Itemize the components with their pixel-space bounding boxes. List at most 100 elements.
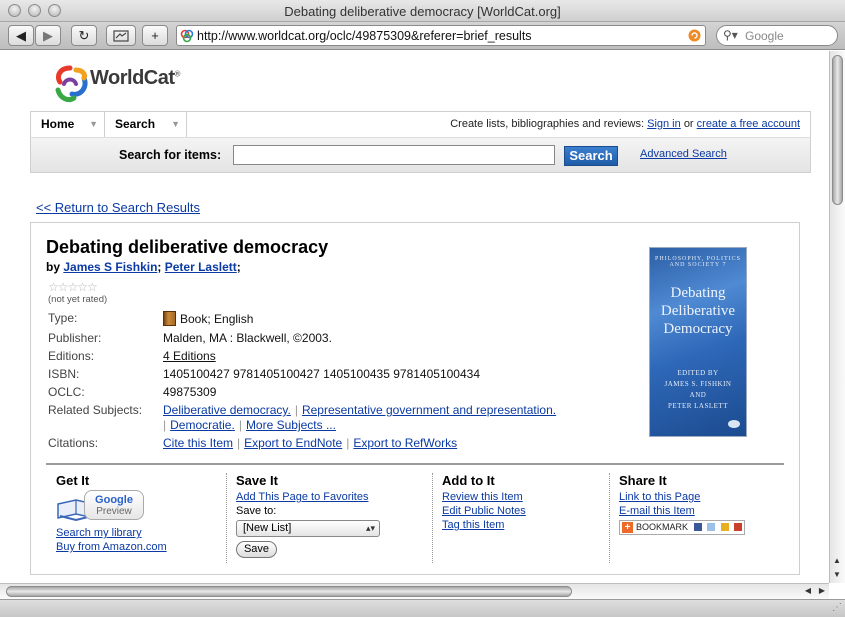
add-to-it-section: Add to It Review this Item Edit Public N… <box>432 473 609 563</box>
page-content: WorldCat® Home ▼ Search ▼ Create lists, … <box>0 51 829 583</box>
cover-and: AND <box>689 391 707 399</box>
forward-button[interactable]: ▶ <box>35 25 61 46</box>
vertical-scroll-thumb[interactable] <box>832 55 843 205</box>
reload-button[interactable]: ↻ <box>71 25 97 46</box>
save-it-heading: Save It <box>236 473 278 488</box>
magnifier-icon: ⚲▾ <box>723 28 738 42</box>
snapback-button[interactable] <box>106 25 136 46</box>
cover-title-line: Debating <box>670 285 726 301</box>
logo-registered-mark: ® <box>174 69 181 79</box>
plus-icon: + <box>622 522 633 533</box>
vertical-scrollbar[interactable]: ▲ ▼ <box>829 51 845 583</box>
book-cover-image[interactable]: PHILOSOPHY, POLITICS AND SOCIETY 7 Debat… <box>649 247 747 437</box>
subjects-label: Related Subjects: <box>48 403 143 417</box>
tab-home[interactable]: Home ▼ <box>31 112 105 137</box>
share-it-section: Share It Link to this Page E-mail this I… <box>609 473 784 563</box>
cover-editors: EDITED BY JAMES S. FISHKIN AND PETER LAS… <box>650 368 746 412</box>
export-endnote-link[interactable]: Export to EndNote <box>244 436 342 450</box>
save-it-section: Save It Add This Page to Favorites Save … <box>226 473 432 563</box>
search-button[interactable]: Search <box>564 146 618 166</box>
type-value-text: Book; English <box>180 312 254 326</box>
export-refworks-link[interactable]: Export to RefWorks <box>353 436 457 450</box>
back-arrow-icon: ◀ <box>16 28 26 43</box>
url-text: http://www.worldcat.org/oclc/49875309&re… <box>197 29 532 43</box>
get-it-section: Get It Google Preview Search my library … <box>56 473 226 563</box>
google-text: Google <box>95 494 133 506</box>
search-input[interactable] <box>233 145 555 165</box>
subjects-row-2: | Democratie. | More Subjects ... <box>163 418 336 432</box>
cite-item-link[interactable]: Cite this Item <box>163 436 233 450</box>
save-button[interactable]: Save <box>236 541 277 558</box>
status-bar: ⋰ <box>0 599 845 617</box>
author-link[interactable]: James S Fishkin <box>63 260 157 274</box>
resize-grip-icon[interactable]: ⋰ <box>832 602 842 613</box>
return-to-results-link[interactable]: << Return to Search Results <box>36 200 200 215</box>
add-to-favorites-link[interactable]: Add This Page to Favorites <box>236 490 432 504</box>
social-icon <box>707 523 716 531</box>
book-icon <box>163 311 176 326</box>
buy-amazon-link[interactable]: Buy from Amazon.com <box>56 540 226 554</box>
separator: | <box>294 403 298 417</box>
snapback-icon <box>113 30 129 42</box>
more-subjects-link[interactable]: More Subjects ... <box>246 418 336 432</box>
back-button[interactable]: ◀ <box>8 25 34 46</box>
chevron-down-icon[interactable]: ▼ <box>89 112 98 136</box>
review-item-link[interactable]: Review this Item <box>442 490 609 504</box>
address-bar[interactable]: http://www.worldcat.org/oclc/49875309&re… <box>176 25 706 46</box>
create-account-link[interactable]: create a free account <box>697 118 800 130</box>
browser-toolbar: ◀ ▶ ↻ + http://www.worldcat.org/oclc/498… <box>0 22 845 50</box>
subject-link[interactable]: Deliberative democracy. <box>163 403 291 417</box>
separator: | <box>237 436 241 450</box>
sign-in-link[interactable]: Sign in <box>647 118 681 130</box>
search-my-library-link[interactable]: Search my library <box>56 526 226 540</box>
add-bookmark-button[interactable]: + <box>142 25 168 46</box>
scroll-right-icon[interactable]: ▶ <box>819 586 825 595</box>
isbn-value: 1405100427 9781405100427 1405100435 9781… <box>163 367 480 381</box>
isbn-label: ISBN: <box>48 367 80 381</box>
cover-editor: JAMES S. FISHKIN <box>664 380 732 388</box>
google-preview-button[interactable]: Google Preview <box>56 490 146 522</box>
window-title: Debating deliberative democracy [WorldCa… <box>284 4 561 19</box>
editions-label: Editions: <box>48 349 95 363</box>
preview-text: Preview <box>96 506 132 517</box>
tab-search[interactable]: Search ▼ <box>105 112 187 137</box>
save-list-select[interactable]: [New List] ▴▾ <box>236 520 380 537</box>
horizontal-scroll-thumb[interactable] <box>6 586 572 597</box>
record-authors: by James S Fishkin; Peter Laslett; <box>46 260 241 274</box>
edit-notes-link[interactable]: Edit Public Notes <box>442 504 609 518</box>
citations-label: Citations: <box>48 436 99 450</box>
worldcat-logo-icon[interactable] <box>50 64 90 104</box>
cover-title-line: Deliberative <box>660 303 736 319</box>
subject-link[interactable]: Representative government and representa… <box>302 403 556 417</box>
horizontal-scrollbar[interactable]: ◀ ▶ <box>0 583 829 599</box>
cover-editor: PETER LASLETT <box>668 402 728 410</box>
record-title: Debating deliberative democracy <box>46 237 329 257</box>
publisher-logo-icon <box>728 420 740 428</box>
bookmark-button[interactable]: + BOOKMARK <box>619 520 745 535</box>
editions-link[interactable]: 4 Editions <box>163 349 216 363</box>
scroll-up-icon[interactable]: ▲ <box>833 556 841 565</box>
type-label: Type: <box>48 311 78 325</box>
tag-item-link[interactable]: Tag this Item <box>442 518 609 532</box>
separator: | <box>346 436 350 450</box>
scroll-left-icon[interactable]: ◀ <box>805 586 811 595</box>
scroll-down-icon[interactable]: ▼ <box>833 570 841 579</box>
email-item-link[interactable]: E-mail this Item <box>619 504 784 518</box>
link-to-page-link[interactable]: Link to this Page <box>619 490 784 504</box>
worldcat-logo-text[interactable]: WorldCat® <box>90 67 180 90</box>
publisher-value: Malden, MA : Blackwell, ©2003. <box>163 331 332 345</box>
rating-stars-icon[interactable]: ☆☆☆☆☆ <box>48 280 98 294</box>
chevron-down-icon[interactable]: ▼ <box>171 112 180 136</box>
or-text: or <box>683 118 694 130</box>
cover-title-line: Democracy <box>663 321 733 337</box>
oclc-label: OCLC: <box>48 385 85 399</box>
author-link[interactable]: Peter Laslett <box>165 260 237 274</box>
advanced-search-link[interactable]: Advanced Search <box>640 148 727 160</box>
social-icon <box>734 523 743 531</box>
forward-arrow-icon: ▶ <box>43 28 53 43</box>
add-bookmark-label: + <box>151 28 159 43</box>
web-search-input[interactable]: ⚲▾ Google <box>716 25 838 46</box>
subject-link[interactable]: Democratie. <box>170 418 235 432</box>
web-search-placeholder: Google <box>745 29 784 43</box>
logo-wordmark: WorldCat <box>90 67 175 89</box>
